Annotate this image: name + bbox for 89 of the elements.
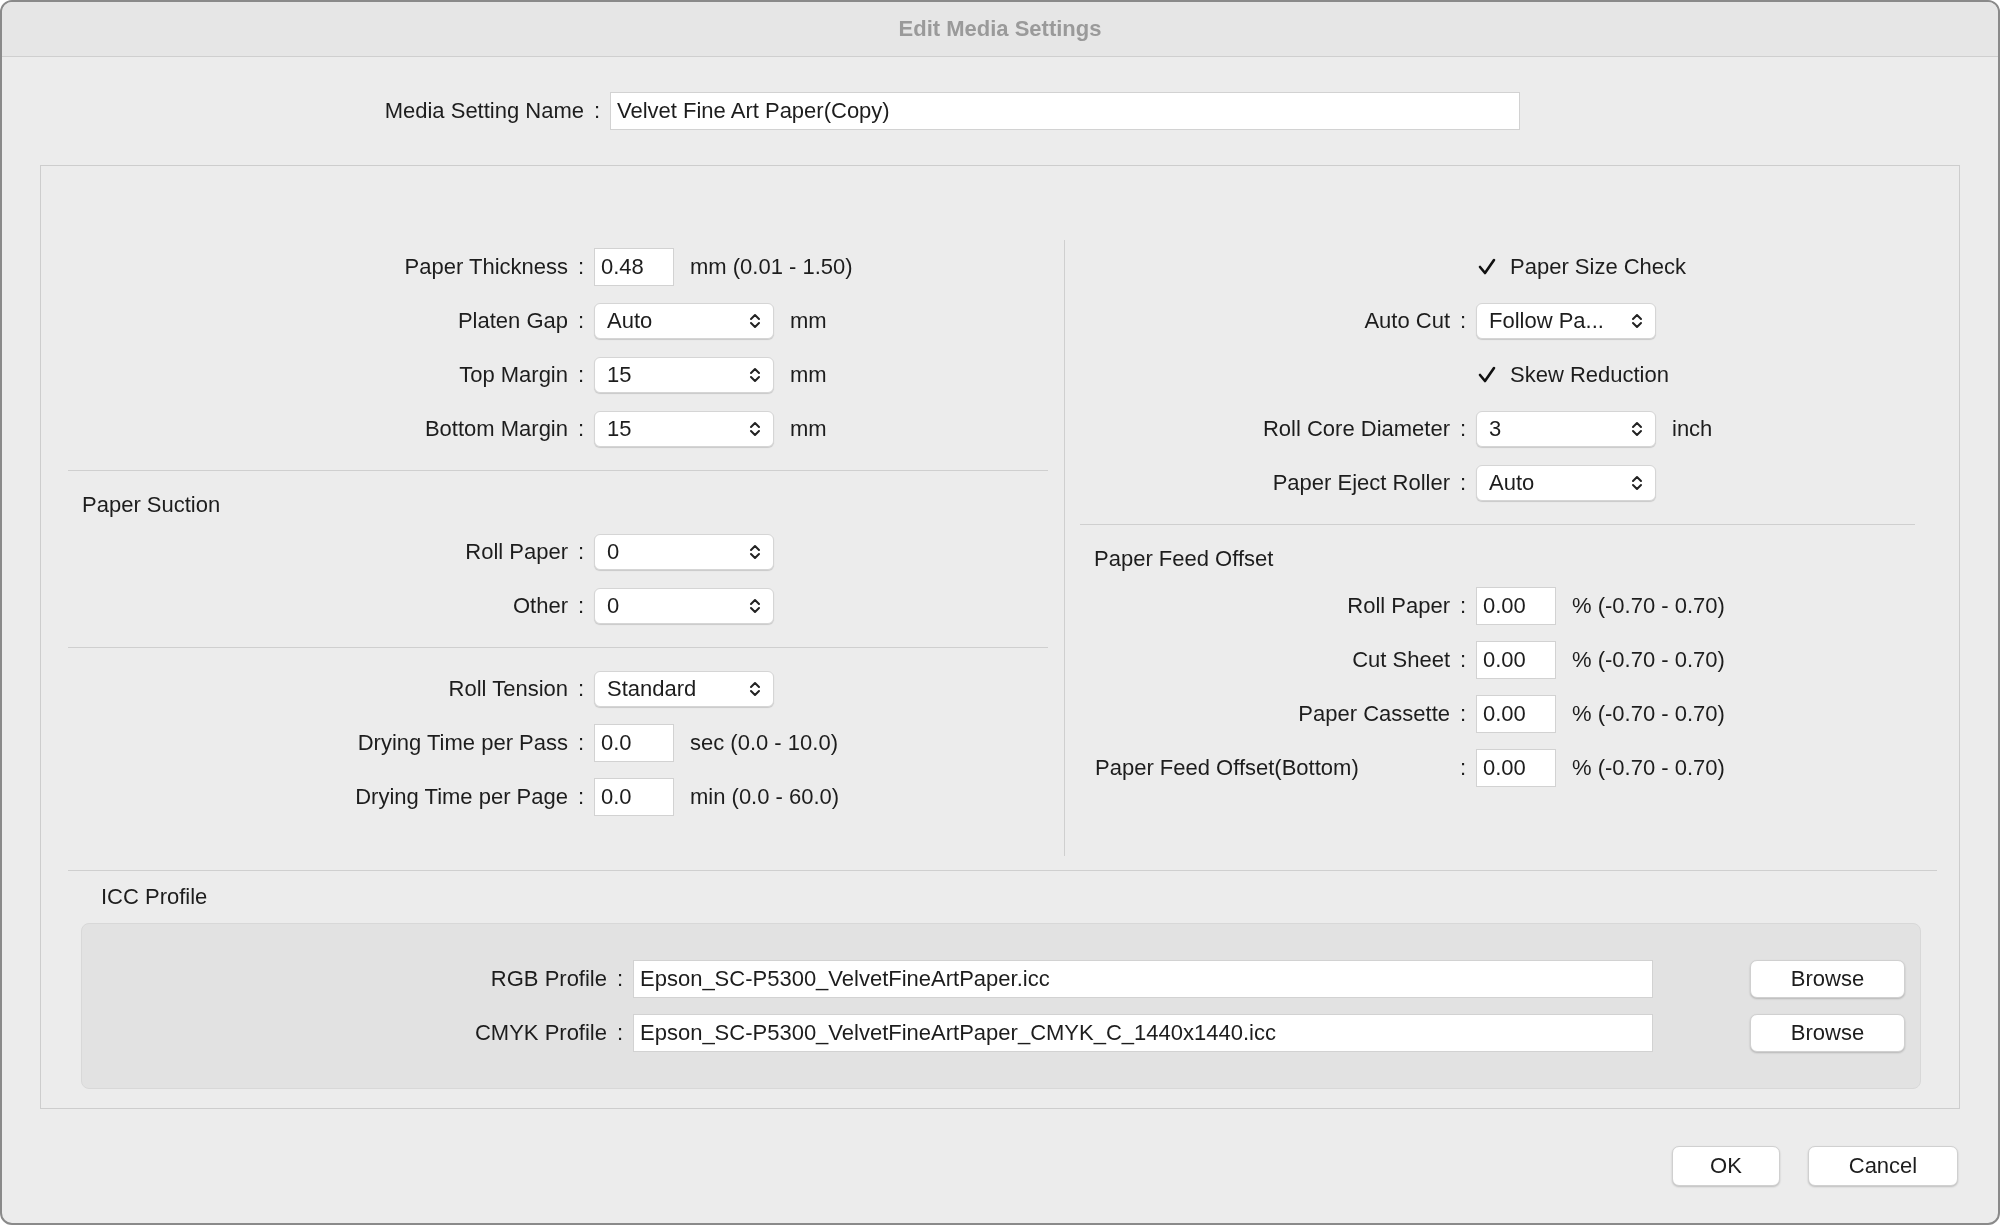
dropdown[interactable]: Auto [594,303,774,339]
unit-label: mm [790,416,827,442]
unit-label: min (0.0 - 60.0) [690,784,840,810]
label-colon: : [576,539,586,565]
field-label: Paper Thickness [403,254,568,280]
dropdown[interactable]: 15 [594,357,774,393]
label-colon: : [1458,647,1468,673]
field-label: Roll Tension [447,676,568,702]
label-colon: : [1458,755,1468,781]
unit-label: mm [790,362,827,388]
checkmark-icon [1477,257,1497,277]
field-label: Platen Gap [456,308,568,334]
browse-button[interactable]: Browse [1750,1014,1905,1052]
label-colon: : [576,593,586,619]
label-colon: : [576,416,586,442]
label-colon: : [576,308,586,334]
field-label: Bottom Margin [423,416,568,442]
field-label: CMYK Profile [473,1020,607,1046]
dropdown[interactable]: Follow Pa... [1476,303,1656,339]
unit-label: % (-0.70 - 0.70) [1572,593,1725,619]
number-field[interactable]: 0.48 [594,248,674,286]
ok-button[interactable]: OK [1672,1146,1780,1186]
section-title: ICC Profile [101,884,208,910]
name-input-field[interactable]: Velvet Fine Art Paper(Copy) [610,92,1520,130]
up-down-chevron-icon [1631,312,1643,330]
label-colon: : [576,676,586,702]
cancel-button[interactable]: Cancel [1808,1146,1958,1186]
label-colon: : [576,362,586,388]
field-label: RGB Profile [489,966,607,992]
field-label: Other [511,593,568,619]
field-label: Paper Eject Roller [1271,470,1450,496]
dropdown[interactable]: Standard [594,671,774,707]
dropdown[interactable]: Auto [1476,465,1656,501]
up-down-chevron-icon [1631,420,1643,438]
browse-button[interactable]: Browse [1750,960,1905,998]
label-colon: : [615,966,625,992]
field-label: Drying Time per Page [354,784,568,810]
up-down-chevron-icon [749,680,761,698]
profile-path-field[interactable]: Epson_SC-P5300_VelvetFineArtPaper.icc [633,960,1653,998]
label-colon: : [1458,308,1468,334]
field-label: Media Setting Name [383,98,584,124]
up-down-chevron-icon [749,543,761,561]
dropdown[interactable]: 3 [1476,411,1656,447]
field-label: Top Margin [458,362,568,388]
label-colon: : [576,784,586,810]
label-colon: : [576,254,586,280]
checkmark-icon [1477,365,1497,385]
number-field[interactable]: 0.00 [1476,641,1556,679]
label-colon: : [1458,701,1468,727]
field-label: Paper Feed Offset(Bottom) [1094,755,1360,781]
label-colon: : [592,98,602,124]
section-title: Paper Suction [82,492,221,518]
unit-label: sec (0.0 - 10.0) [690,730,838,756]
number-field[interactable]: 0.00 [1476,749,1556,787]
label-colon: : [1458,416,1468,442]
field-label: Roll Core Diameter [1261,416,1450,442]
dropdown[interactable]: 0 [594,534,774,570]
label-colon: : [1458,470,1468,496]
number-field[interactable]: 0.00 [1476,587,1556,625]
up-down-chevron-icon [749,366,761,384]
field-label: Cut Sheet [1351,647,1450,673]
label-colon: : [576,730,586,756]
dropdown[interactable]: 15 [594,411,774,447]
label-colon: : [615,1020,625,1046]
field-label: Paper Cassette [1297,701,1450,727]
unit-label: mm (0.01 - 1.50) [690,254,853,280]
field-label: Auto Cut [1363,308,1450,334]
unit-label: % (-0.70 - 0.70) [1572,701,1725,727]
section-title: Paper Feed Offset [1094,546,1274,572]
checkbox-label: Skew Reduction [1510,362,1669,388]
up-down-chevron-icon [749,420,761,438]
label-colon: : [1458,593,1468,619]
up-down-chevron-icon [749,597,761,615]
unit-label: mm [790,308,827,334]
field-label: Roll Paper [464,539,568,565]
number-field[interactable]: 0.0 [594,778,674,816]
dropdown[interactable]: 0 [594,588,774,624]
unit-label: inch [1672,416,1713,442]
unit-label: % (-0.70 - 0.70) [1572,755,1725,781]
window-title: Edit Media Settings [898,16,1102,42]
up-down-chevron-icon [1631,474,1643,492]
checkbox-label: Paper Size Check [1510,254,1687,280]
unit-label: % (-0.70 - 0.70) [1572,647,1725,673]
field-label: Roll Paper [1346,593,1450,619]
number-field[interactable]: 0.00 [1476,695,1556,733]
number-field[interactable]: 0.0 [594,724,674,762]
field-label: Drying Time per Pass [356,730,568,756]
up-down-chevron-icon [749,312,761,330]
profile-path-field[interactable]: Epson_SC-P5300_VelvetFineArtPaper_CMYK_C_1440x1440.icc [633,1014,1653,1052]
